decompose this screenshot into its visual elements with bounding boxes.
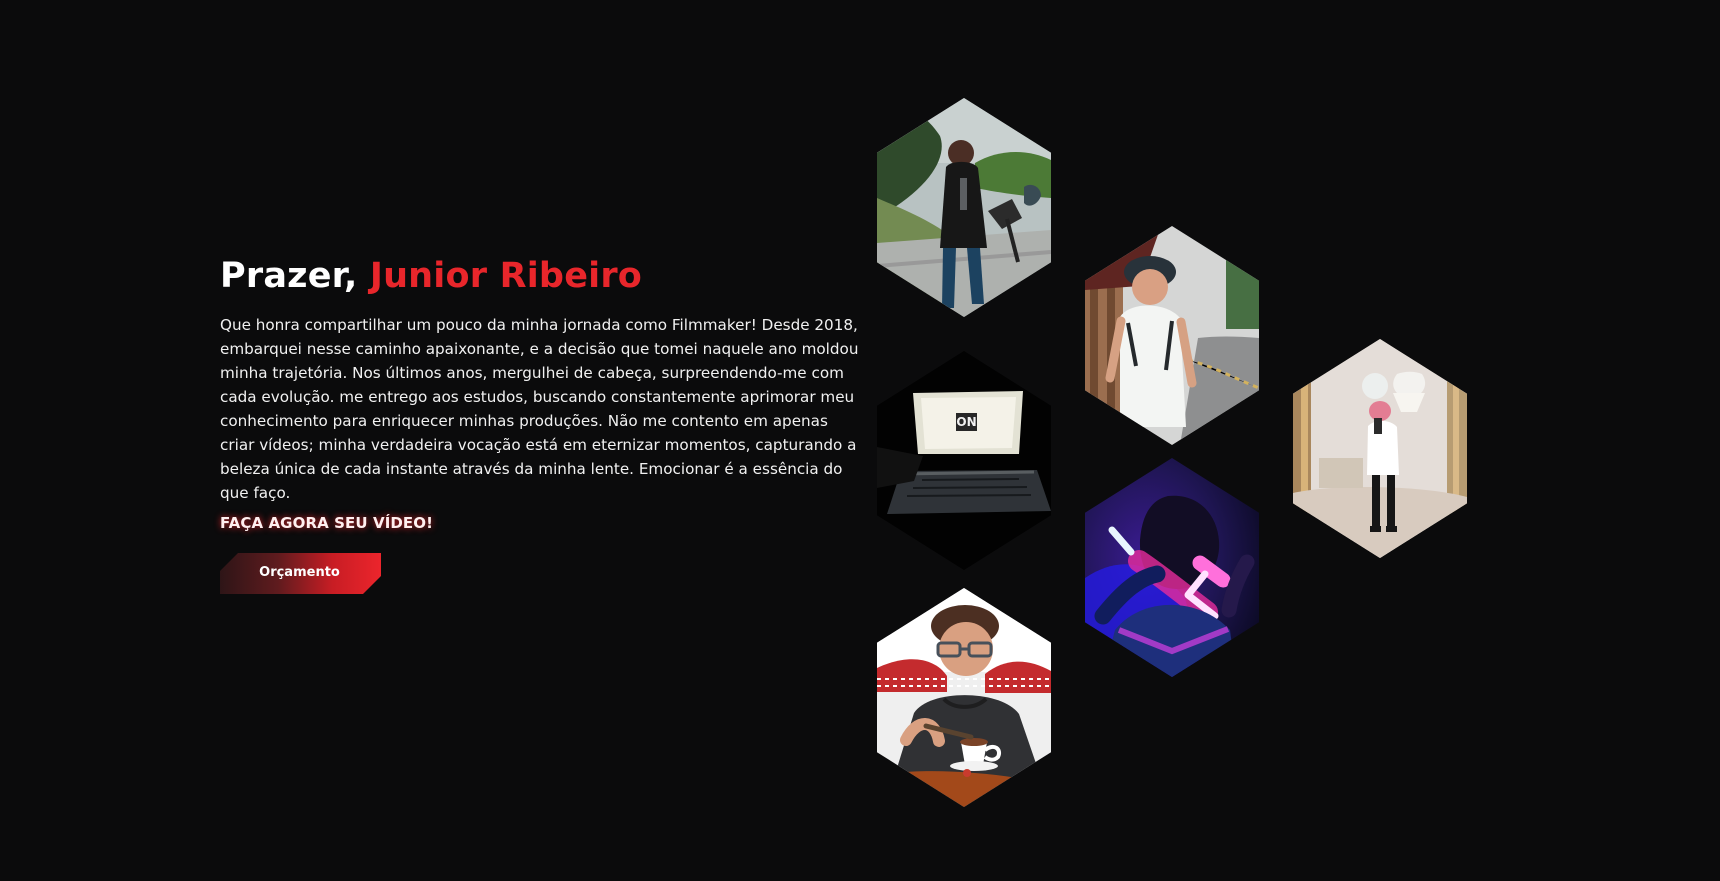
coffee-portrait-photo-icon bbox=[877, 588, 1051, 807]
gallery-photo-coffee[interactable] bbox=[877, 588, 1051, 807]
gallery-photo-filmmaker[interactable] bbox=[877, 98, 1051, 317]
laptop-studio-photo-icon: ON bbox=[877, 351, 1051, 570]
gallery-photo-walking[interactable] bbox=[1085, 226, 1259, 445]
title-name: Junior Ribeiro bbox=[369, 256, 643, 296]
svg-text:ON: ON bbox=[956, 415, 976, 429]
page-title: Prazer, Junior Ribeiro bbox=[220, 254, 865, 298]
about-text: Que honra compartilhar um pouco da minha… bbox=[220, 316, 859, 502]
budget-button[interactable]: Orçamento bbox=[220, 553, 381, 594]
title-prefix: Prazer, bbox=[220, 256, 370, 296]
walking-portrait-photo-icon bbox=[1085, 226, 1259, 445]
gallery-photo-mirror[interactable] bbox=[1293, 339, 1467, 558]
neon-silhouette-photo-icon bbox=[1085, 458, 1259, 677]
budget-button-label: Orçamento bbox=[259, 565, 340, 580]
cta-label: FAÇA AGORA SEU VÍDEO! bbox=[220, 514, 434, 532]
gallery-photo-neon[interactable] bbox=[1085, 458, 1259, 677]
filmmaker-gimbal-photo-icon bbox=[877, 98, 1051, 317]
about-section: Prazer, Junior Ribeiro Que honra compart… bbox=[220, 254, 865, 505]
gallery-photo-laptop[interactable]: ON bbox=[877, 351, 1051, 570]
mirror-selfie-photo-icon bbox=[1293, 339, 1467, 558]
